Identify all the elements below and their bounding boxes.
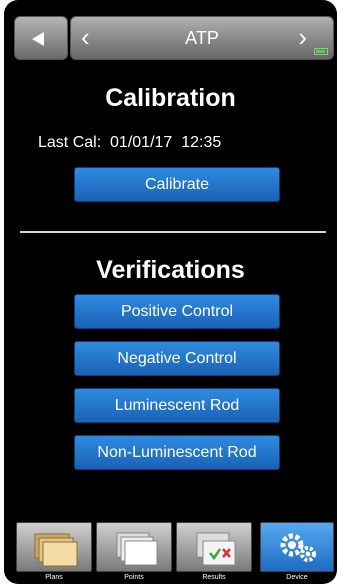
- channel-title: ATP: [185, 28, 219, 48]
- tab-points[interactable]: [96, 522, 172, 572]
- tab-points-label: Points: [124, 574, 144, 581]
- tab-device[interactable]: [260, 522, 334, 572]
- battery-icon: [314, 48, 328, 55]
- positive-control-button[interactable]: Positive Control: [74, 294, 280, 329]
- back-triangle-icon: [32, 32, 44, 46]
- device-screen: ‹ ATP › Calibration Last Cal: 01/01/17 1…: [4, 0, 337, 584]
- tab-results-label: Results: [202, 574, 226, 581]
- tab-device-label: Device: [286, 574, 308, 581]
- section-divider: [20, 231, 326, 233]
- back-button[interactable]: [14, 16, 68, 60]
- calibrate-button[interactable]: Calibrate: [74, 167, 280, 202]
- tab-plans[interactable]: [16, 522, 92, 572]
- last-calibration-text: Last Cal: 01/01/17 12:35: [38, 134, 222, 151]
- calibration-heading: Calibration: [105, 84, 236, 112]
- check-cross-icon: [196, 532, 236, 566]
- chevron-right-icon[interactable]: ›: [298, 24, 307, 50]
- tab-plans-label: Plans: [45, 574, 63, 581]
- tab-results[interactable]: [176, 522, 252, 572]
- non-luminescent-rod-button[interactable]: Non-Luminescent Rod: [74, 435, 280, 470]
- verifications-heading: Verifications: [96, 256, 245, 284]
- channel-selector: ‹ ATP ›: [70, 16, 334, 60]
- gears-icon: [280, 533, 316, 562]
- negative-control-button[interactable]: Negative Control: [74, 341, 280, 376]
- luminescent-rod-button[interactable]: Luminescent Rod: [74, 388, 280, 423]
- pages-icon: [116, 532, 158, 566]
- folders-icon: [34, 533, 78, 567]
